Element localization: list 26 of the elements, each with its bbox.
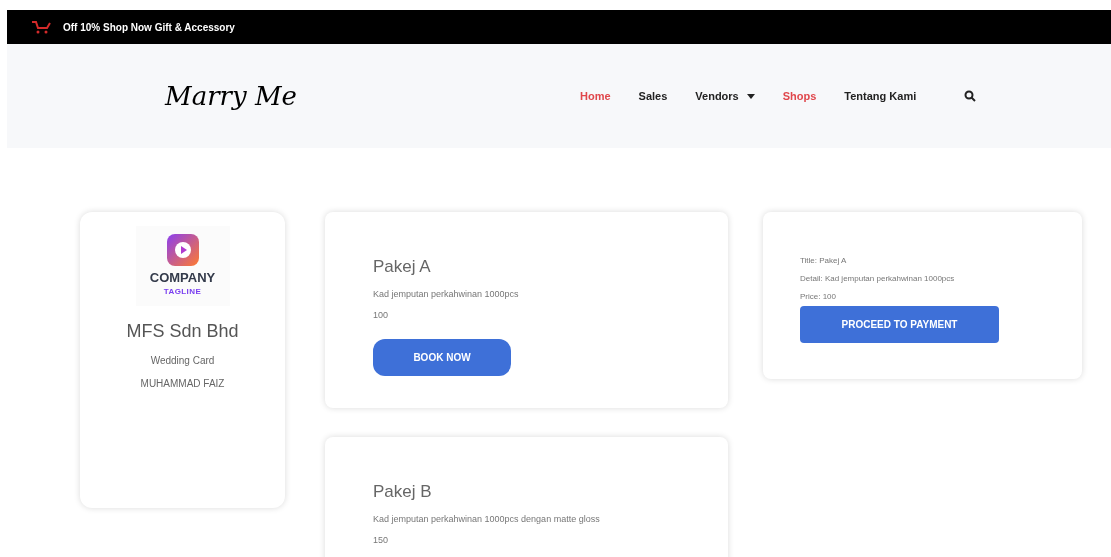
package-title: Pakej B [373, 481, 433, 503]
summary-line: Detail: Kad jemputan perkahwinan 1000pcs [800, 273, 956, 285]
package-price: 150 [373, 534, 390, 547]
package-detail: Kad jemputan perkahwinan 1000pcs [373, 287, 520, 301]
vendor-name: MFS Sdn Bhd [126, 320, 239, 343]
search-icon[interactable] [964, 90, 977, 102]
package-price: 100 [373, 309, 390, 322]
brand-logo[interactable]: Marry Me [165, 76, 297, 116]
logo-name: COMPANY [149, 270, 216, 286]
logo-tagline: TAGLINE [163, 286, 202, 298]
nav-link[interactable]: Sales [638, 87, 668, 105]
vendor-owner: MUHAMMAD FAIZ [140, 377, 225, 391]
vendor-category: Wedding Card [150, 354, 215, 368]
nav-link[interactable]: Vendors [695, 87, 755, 105]
promo-text: Off 10% Shop Now Gift & Accessory [63, 20, 235, 35]
package-title: Pakej A [373, 256, 432, 278]
summary-line: Title: Pakej A [800, 255, 848, 267]
play-icon [166, 234, 199, 266]
book-now-button[interactable]: BOOK NOW [373, 338, 511, 376]
nav-link[interactable]: Shops [782, 87, 817, 105]
package-detail: Kad jemputan perkahwinan 1000pcs dengan matte gloss [373, 512, 601, 526]
cart-icon [31, 20, 51, 34]
nav-link[interactable]: Home [580, 87, 611, 105]
summary-line: Price: 100 [800, 291, 838, 303]
nav-link[interactable]: Tentang Kami [844, 87, 917, 105]
payment-button[interactable]: PROCEED TO PAYMENT [800, 306, 999, 343]
